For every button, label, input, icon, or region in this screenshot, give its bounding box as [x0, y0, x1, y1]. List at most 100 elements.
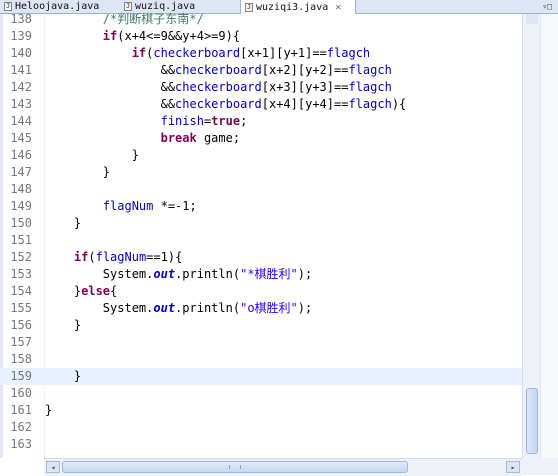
code-line[interactable]: 144 finish=true; [0, 113, 522, 130]
code-line[interactable]: 158 [0, 351, 522, 368]
code-editor[interactable]: 138 /*判断棋子东南*/139 if(x+4<=9&&y+4>=9){140… [0, 11, 558, 458]
code-line[interactable]: 149 flagNum *=-1; [0, 198, 522, 215]
minimize-maximize-icon[interactable]: ▿□ [530, 1, 552, 12]
code-line[interactable]: 141 &&checkerboard[x+2][y+2]==flagch [0, 62, 522, 79]
code-line[interactable]: 148 [0, 181, 522, 198]
line-number: 139 [10, 29, 32, 43]
code-token: "o棋胜利" [240, 301, 298, 315]
line-number: 152 [10, 250, 32, 264]
scroll-track [526, 14, 538, 24]
code-text: &&checkerboard[x+4][y+4]==flagch){ [45, 96, 407, 113]
code-line[interactable]: 159 } [0, 368, 522, 385]
code-token: } [45, 284, 82, 298]
code-token: out [153, 301, 176, 315]
code-line[interactable]: 161} [0, 402, 522, 419]
line-number: 141 [10, 63, 32, 77]
code-text: if(checkerboard[x+1][y+1]==flagch [45, 45, 370, 62]
code-token: { [110, 284, 118, 298]
code-line[interactable]: 153 System.out.println("*棋胜利"); [0, 266, 522, 283]
code-token: checkerboard [175, 63, 262, 77]
line-number: 162 [10, 420, 32, 434]
code-line[interactable]: 142 &&checkerboard[x+3][y+3]==flagch [0, 79, 522, 96]
code-token: else [81, 284, 111, 298]
code-line[interactable]: 143 &&checkerboard[x+4][y+4]==flagch){ [0, 96, 522, 113]
code-token: ( [88, 250, 96, 264]
line-number: 142 [10, 80, 32, 94]
line-number: 153 [10, 267, 32, 281]
code-line[interactable]: 154 }else{ [0, 283, 522, 300]
code-token: [x+3][y+3]== [261, 80, 349, 94]
vertical-scrollbar[interactable] [522, 14, 541, 458]
code-token: checkerboard [175, 80, 262, 94]
line-number: 149 [10, 199, 32, 213]
code-token: && [45, 63, 176, 77]
scrollbar-corner [522, 458, 558, 475]
horizontal-scrollbar[interactable]: ◂ ▸ [44, 458, 522, 476]
code-text: &&checkerboard[x+3][y+3]==flagch [45, 79, 392, 96]
code-token: .println( [175, 301, 241, 315]
code-token: } [45, 403, 53, 417]
code-token: flagch [326, 46, 371, 60]
line-number: 146 [10, 148, 32, 162]
scroll-left-icon[interactable]: ◂ [46, 461, 60, 473]
line-number: 143 [10, 97, 32, 111]
code-token: [x+1][y+1]== [240, 46, 327, 60]
code-text: flagNum *=-1; [45, 198, 197, 215]
code-line[interactable]: 151 [0, 232, 522, 249]
line-number: 160 [10, 386, 32, 400]
code-line[interactable]: 162 [0, 419, 522, 436]
code-line[interactable]: 155 System.out.println("o棋胜利"); [0, 300, 522, 317]
code-line[interactable]: 157 [0, 334, 522, 351]
code-line[interactable]: 163 [0, 436, 522, 453]
code-line[interactable]: 138 /*判断棋子东南*/ [0, 11, 522, 28]
code-token: if [131, 46, 147, 60]
code-line[interactable]: 150 } [0, 215, 522, 232]
code-token: ); [297, 267, 313, 281]
line-number: 138 [10, 12, 32, 26]
code-line[interactable]: 139 if(x+4<=9&&y+4>=9){ [0, 28, 522, 45]
code-token: "*棋胜利" [240, 267, 298, 281]
line-number: 156 [10, 318, 32, 332]
code-line[interactable]: 147 } [0, 164, 522, 181]
java-file-icon: J [4, 2, 12, 11]
code-line[interactable]: 156 } [0, 317, 522, 334]
code-token: game; [196, 131, 241, 145]
code-text: }else{ [45, 283, 117, 300]
code-token: ==1){ [146, 250, 183, 264]
code-text: /*判断棋子东南*/ [45, 11, 204, 28]
line-number: 155 [10, 301, 32, 315]
code-token: break [160, 131, 197, 145]
line-number: 157 [10, 335, 32, 349]
vertical-scroll-thumb[interactable] [526, 388, 538, 454]
overview-ruler[interactable] [540, 14, 558, 458]
code-text: } [45, 147, 139, 164]
code-token: *=-1; [153, 199, 197, 213]
code-line[interactable]: 140 if(checkerboard[x+1][y+1]==flagch [0, 45, 522, 62]
scroll-right-icon[interactable]: ▸ [506, 461, 520, 473]
code-line[interactable]: 152 if(flagNum==1){ [0, 249, 522, 266]
code-token: flagNum [95, 250, 147, 264]
code-line[interactable]: 160 [0, 385, 522, 402]
horizontal-scroll-thumb[interactable] [62, 461, 408, 473]
gutter-corner [0, 458, 44, 475]
code-token: flagNum [102, 199, 154, 213]
code-token: ); [297, 301, 313, 315]
code-token: } [45, 318, 82, 332]
code-token: [x+4][y+4]== [261, 97, 349, 111]
java-file-icon: J [124, 2, 132, 11]
code-text: if(x+4<=9&&y+4>=9){ [45, 28, 240, 45]
line-number: 147 [10, 165, 32, 179]
code-token: checkerboard [175, 97, 262, 111]
code-token: && [45, 97, 176, 111]
code-line[interactable]: 145 break game; [0, 130, 522, 147]
code-token: } [45, 148, 139, 162]
code-token: } [45, 369, 82, 383]
code-line[interactable]: 146 } [0, 147, 522, 164]
code-text: if(flagNum==1){ [45, 249, 182, 266]
code-token: flagch [348, 80, 392, 94]
line-number: 145 [10, 131, 32, 145]
code-text: } [45, 317, 81, 334]
